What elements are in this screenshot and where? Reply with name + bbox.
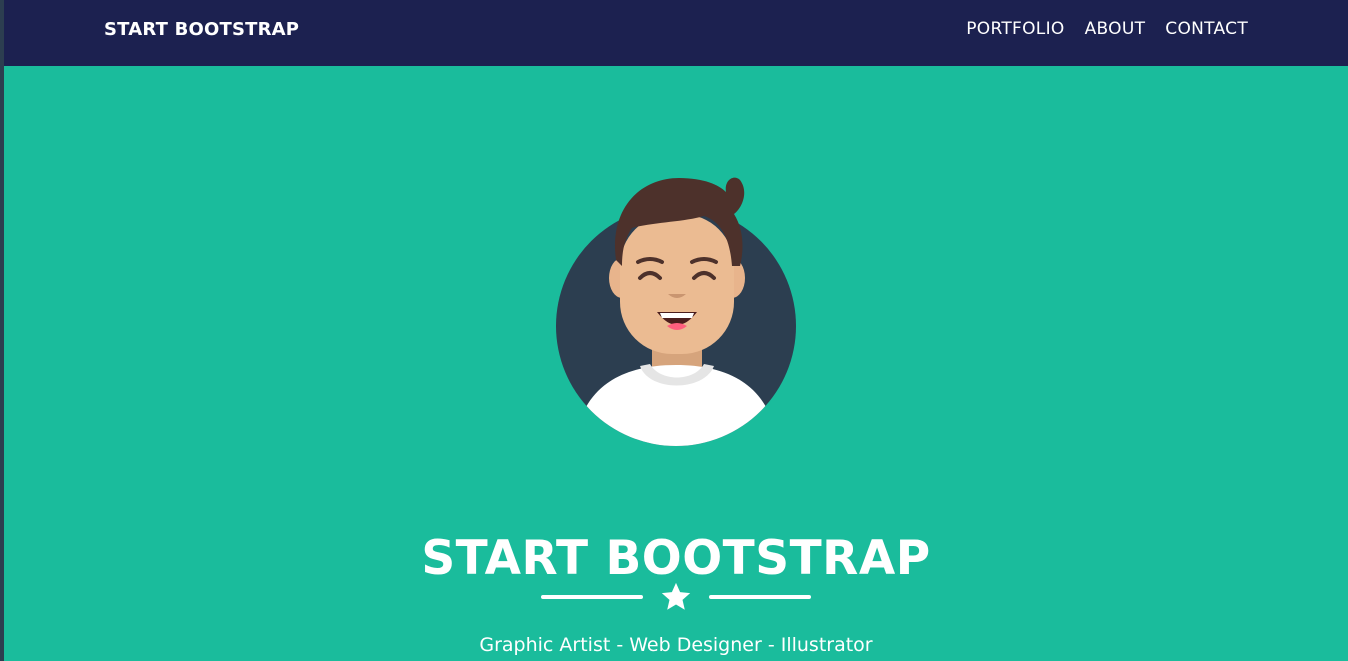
avatar-icon (554, 170, 799, 450)
navbar-brand[interactable]: START BOOTSTRAP (104, 19, 299, 40)
nav-links: PORTFOLIO ABOUT CONTACT (966, 19, 1248, 39)
divider-line-left (541, 595, 643, 599)
page: START BOOTSTRAP PORTFOLIO ABOUT CONTACT (4, 0, 1348, 661)
navbar: START BOOTSTRAP PORTFOLIO ABOUT CONTACT (4, 0, 1348, 66)
nav-link-contact[interactable]: CONTACT (1165, 19, 1248, 39)
nav-link-about[interactable]: ABOUT (1085, 19, 1146, 39)
star-icon (661, 582, 691, 610)
divider (4, 578, 1348, 616)
divider-line-right (709, 595, 811, 599)
nav-link-portfolio[interactable]: PORTFOLIO (966, 19, 1064, 39)
masthead-subtitle: Graphic Artist - Web Designer - Illustra… (479, 634, 873, 656)
